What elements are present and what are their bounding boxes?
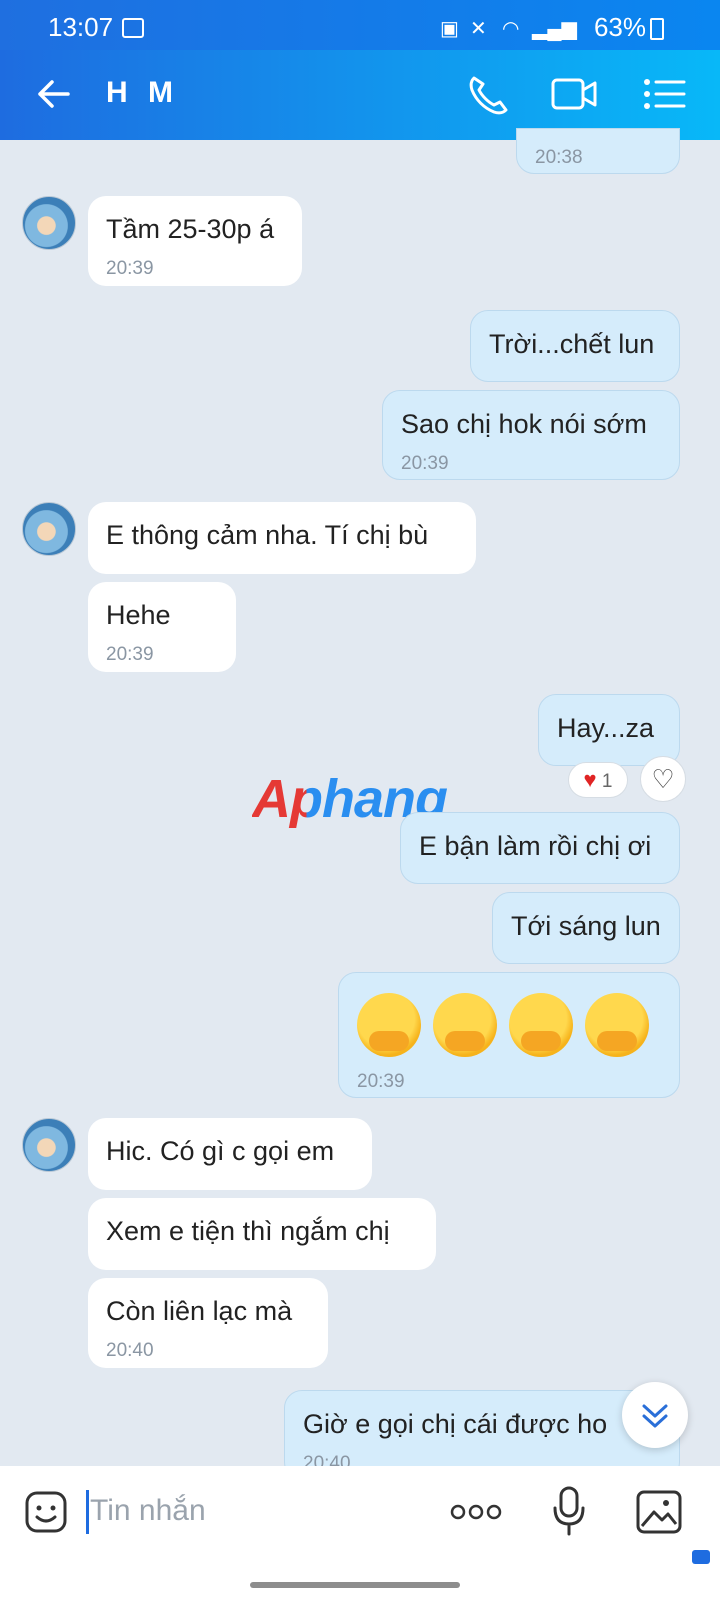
status-time: 13:07 (48, 12, 114, 42)
message-time: 20:39 (357, 1071, 405, 1092)
message-input[interactable]: Tin nhắn (90, 1494, 206, 1528)
incoming-message[interactable]: Xem e tiện thì ngắm chị (88, 1198, 436, 1270)
message-text: Còn liên lạc mà (106, 1296, 293, 1326)
chevron-down-icon (642, 1404, 668, 1428)
incoming-message[interactable]: Hic. Có gì c gọi em (88, 1118, 372, 1190)
message-text: Hay...za (557, 713, 655, 743)
outgoing-message[interactable]: Tới sáng lun (492, 892, 680, 964)
add-reaction-button[interactable]: ♡ (640, 756, 686, 802)
more-dots-icon[interactable] (450, 1500, 502, 1524)
heart-icon: ♥ (583, 767, 597, 792)
outgoing-message[interactable]: E bận làm rồi chị ơi (400, 812, 680, 884)
lock-notification-icon: ▣ (440, 18, 459, 40)
message-time: 20:39 (106, 644, 154, 665)
reaction-badge[interactable]: ♥ 1 (568, 762, 628, 798)
avatar[interactable] (22, 1118, 76, 1172)
video-call-icon[interactable] (550, 72, 598, 116)
image-icon[interactable] (636, 1490, 682, 1534)
sticker-icon[interactable] (24, 1490, 68, 1534)
battery-percent: 63% (593, 12, 646, 42)
message-text: Xem e tiện thì ngắm chị (106, 1216, 390, 1246)
outgoing-message[interactable]: 20:39 (338, 972, 680, 1098)
message-text: Tới sáng lun (511, 911, 661, 941)
gallery-notification-icon (122, 18, 144, 38)
message-text: E bận làm rồi chị ơi (419, 831, 652, 861)
message-time: 20:39 (401, 453, 449, 474)
signal-icon: ▂▄▆ (532, 18, 577, 40)
incoming-message[interactable]: Tầm 25-30p á 20:39 (88, 196, 302, 286)
outgoing-message[interactable]: 20:38 (516, 128, 680, 174)
message-time: 20:40 (106, 1340, 154, 1361)
message-text: Sao chị hok nói sớm (401, 409, 647, 439)
emoji-icon (433, 993, 497, 1057)
incoming-message[interactable]: Còn liên lạc mà 20:40 (88, 1278, 328, 1368)
status-bar: 13:07 ▣ ✕ ◠ ▂▄▆ 63% (0, 0, 720, 50)
wifi-icon: ◠ (502, 18, 520, 40)
message-text: Hic. Có gì c gọi em (106, 1136, 335, 1166)
emoji-icon (509, 993, 573, 1057)
home-indicator[interactable] (250, 1582, 460, 1588)
list-menu-icon[interactable] (640, 72, 688, 116)
mute-icon: ✕ (470, 18, 487, 40)
outgoing-message[interactable]: Sao chị hok nói sớm 20:39 (382, 390, 680, 480)
incoming-message[interactable]: E thông cảm nha. Tí chị bù (88, 502, 476, 574)
message-time: 20:39 (106, 258, 154, 279)
scroll-to-bottom-button[interactable] (622, 1382, 688, 1448)
phone-icon[interactable] (464, 72, 512, 116)
message-time: 20:38 (535, 147, 583, 168)
outgoing-message[interactable]: Hay...za (538, 694, 680, 766)
message-text: Hehe (106, 600, 171, 630)
message-text: Giờ e gọi chị cái được ho (303, 1409, 608, 1439)
message-text: E thông cảm nha. Tí chị bù (106, 520, 429, 550)
message-input-bar: Tin nhắn (0, 1466, 720, 1600)
message-text: Trời...chết lun (489, 329, 655, 359)
outgoing-message[interactable]: Trời...chết lun (470, 310, 680, 382)
microphone-icon[interactable] (552, 1486, 586, 1536)
battery-icon (650, 18, 664, 40)
chat-title[interactable]: H M (106, 76, 179, 110)
avatar[interactable] (22, 196, 76, 250)
emoji-icon (357, 993, 421, 1057)
avatar[interactable] (22, 502, 76, 556)
notification-icon (692, 1550, 710, 1564)
chat-header: H M (0, 50, 720, 140)
incoming-message[interactable]: Hehe 20:39 (88, 582, 236, 672)
back-arrow-icon[interactable] (34, 74, 74, 114)
message-text: Tầm 25-30p á (106, 214, 275, 244)
emoji-icon (585, 993, 649, 1057)
reaction-count: 1 (601, 771, 613, 792)
text-caret (86, 1490, 89, 1534)
